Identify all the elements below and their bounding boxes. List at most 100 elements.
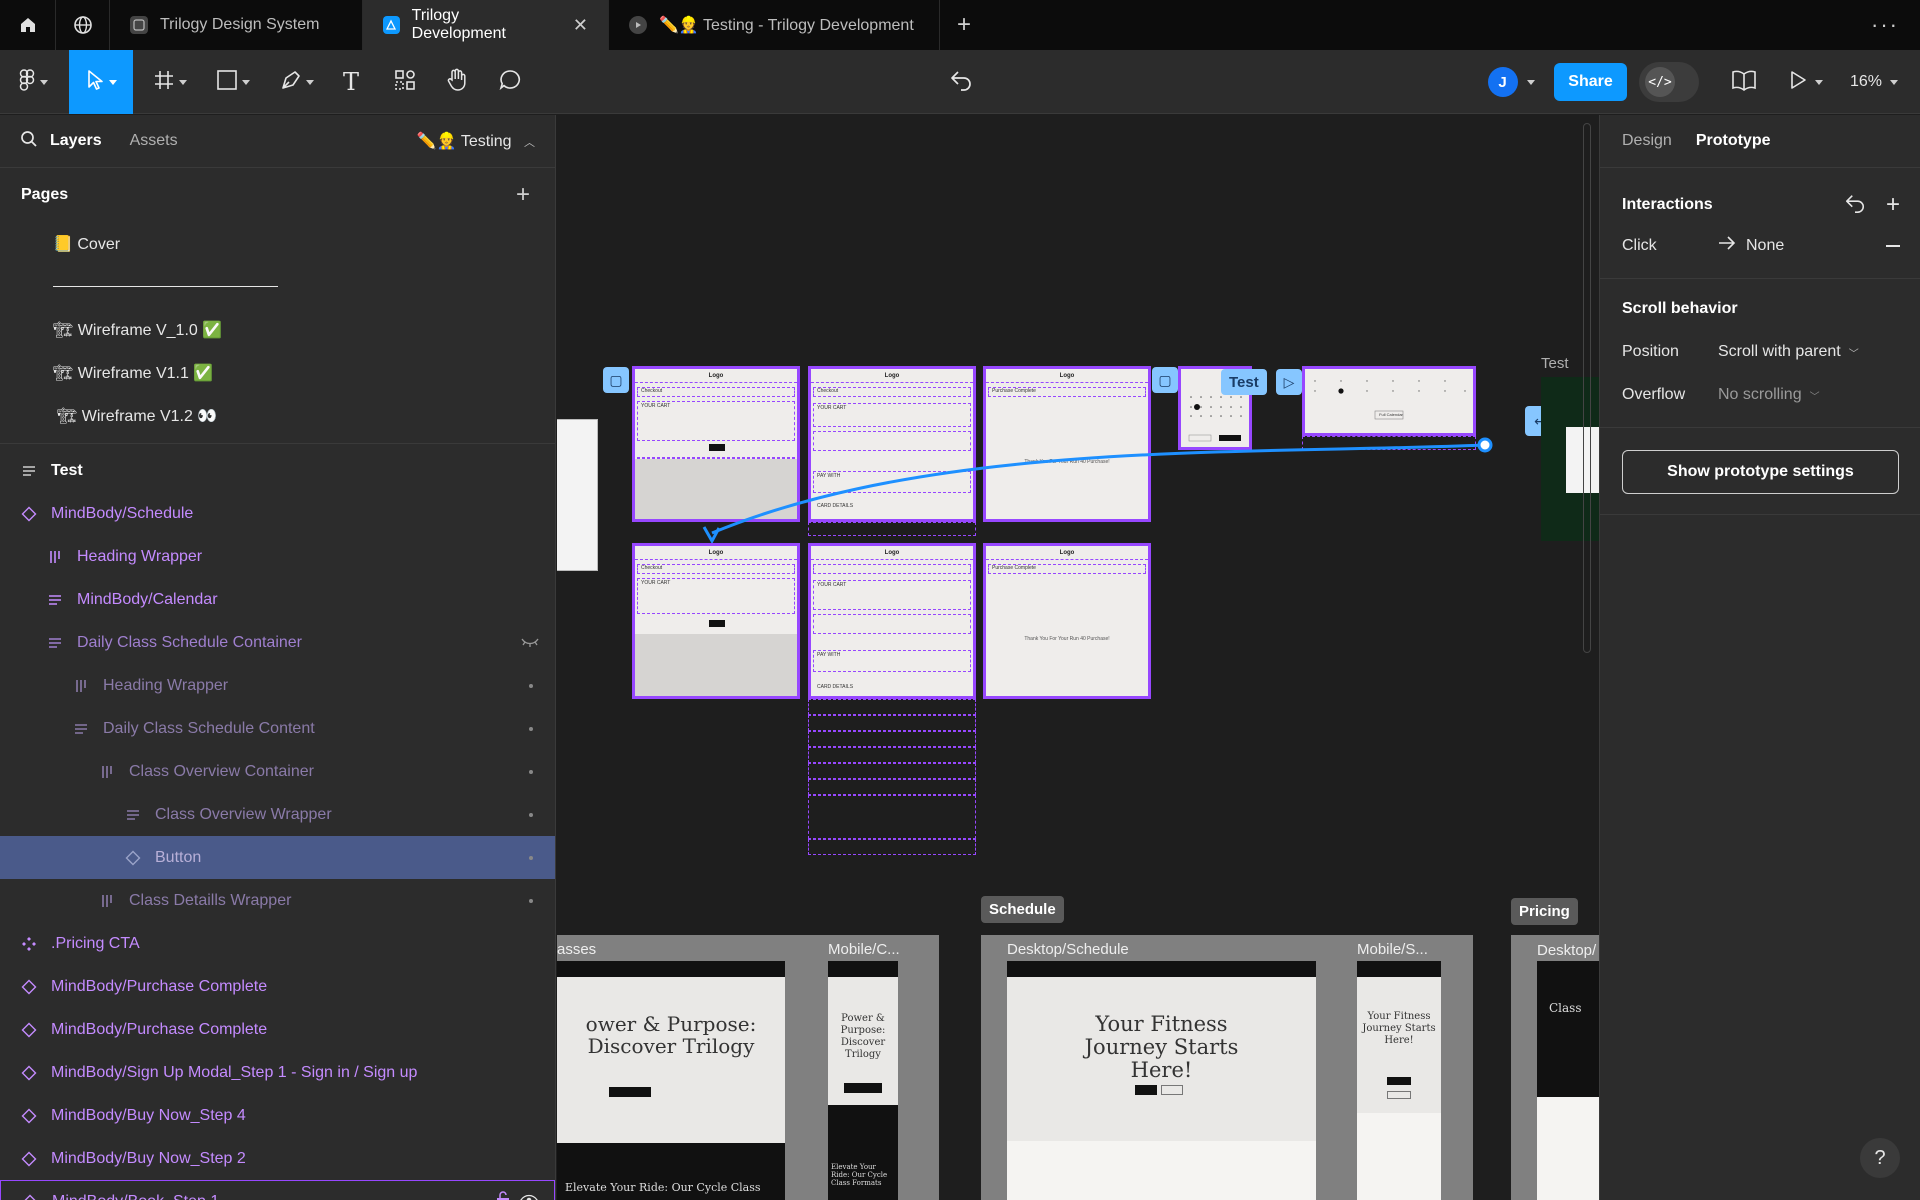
present-button[interactable] (1785, 50, 1827, 114)
main-menu-button[interactable] (10, 50, 56, 114)
overflow-dashed (808, 839, 976, 855)
add-page-plus-icon[interactable]: + (516, 181, 530, 209)
chevron-down-icon (1526, 79, 1535, 85)
desktop-pricing-frame[interactable]: Class (1537, 961, 1599, 1200)
layer-row[interactable]: Class Detaills Wrapper (0, 879, 555, 922)
component-instance-icon (21, 1022, 37, 1038)
annotate-tool-button[interactable] (944, 50, 978, 114)
layer-row[interactable]: MindBody/Buy Now_Step 2 (0, 1137, 555, 1180)
layer-row[interactable]: MindBody/Buy Now_Step 4 (0, 1094, 555, 1137)
page-item[interactable]: 🏗 Wireframe V_1.0 ✅ (0, 308, 555, 351)
dev-mode-toggle[interactable]: </> (1637, 50, 1701, 114)
overflow-dropdown[interactable]: No scrolling ﹀ (1718, 386, 1820, 404)
layer-row[interactable]: Heading Wrapper (0, 535, 555, 578)
layer-row[interactable]: MindBody/Schedule (0, 492, 555, 535)
current-page-selector[interactable]: ✏️👷 Testing ︿ (417, 131, 535, 151)
position-dropdown[interactable]: Scroll with parent ﹀ (1718, 343, 1859, 361)
close-tab-icon[interactable]: ✕ (573, 15, 588, 36)
tab-layers[interactable]: Layers (50, 132, 102, 150)
layer-label: MindBody/Buy Now_Step 2 (51, 1149, 246, 1167)
canvas-scrollbar[interactable] (1583, 123, 1591, 653)
tab-assets[interactable]: Assets (130, 132, 178, 150)
overflow-dashed (808, 747, 976, 763)
zoom-menu[interactable]: 16% (1846, 50, 1902, 114)
hidden-eye-icon[interactable] (521, 634, 539, 652)
frame-label-desktop-pricing: Desktop/ (1537, 942, 1597, 959)
comment-tool-button[interactable] (493, 50, 527, 114)
avatar: J (1487, 67, 1518, 97)
globe-icon[interactable] (56, 0, 110, 50)
section-label-schedule[interactable]: Schedule (981, 896, 1064, 923)
vertical-layout-icon (47, 592, 63, 608)
layer-row[interactable]: MindBody/Calendar (0, 578, 555, 621)
page-item[interactable]: 🏗 Wireframe V1.2 👀 (0, 394, 555, 437)
more-options-icon[interactable]: ··· (1850, 0, 1920, 50)
mobile-schedule-frame[interactable]: Your Fitness Journey Starts Here! (1357, 961, 1441, 1200)
checkout-form-frame-2[interactable]: Logo YOUR CART PAY WITH CARD DETAILS (808, 543, 976, 699)
divider (1600, 278, 1920, 279)
layer-row[interactable]: Test (0, 449, 555, 492)
layer-row[interactable]: MindBody/Book_Step 1 (0, 1180, 555, 1200)
frame-tool-button[interactable] (144, 50, 196, 114)
home-icon[interactable] (0, 0, 56, 50)
new-tab-plus-icon[interactable]: + (940, 0, 988, 50)
layer-row[interactable]: Button (0, 836, 555, 879)
play-icon (1789, 70, 1807, 95)
visibility-eye-icon[interactable] (520, 1193, 538, 1200)
remove-interaction-icon[interactable] (1886, 244, 1900, 247)
show-prototype-settings-button[interactable]: Show prototype settings (1622, 450, 1899, 494)
tab-design[interactable]: Design (1622, 132, 1672, 150)
text-tool-button[interactable]: T (334, 50, 368, 114)
layer-row[interactable]: Heading Wrapper (0, 664, 555, 707)
design-canvas[interactable]: ▢ Logo Checkout YOUR CART Logo Checkout … (557, 115, 1599, 1200)
page-item[interactable]: 🏗 Wireframe V1.1 ✅ (0, 351, 555, 394)
move-tool-button[interactable] (69, 50, 133, 114)
desktop-schedule-frame[interactable]: Your Fitness Journey Starts Here! (1007, 961, 1316, 1200)
share-button-label: Share (1554, 63, 1627, 101)
checkout-step-frame-2[interactable]: Logo Checkout YOUR CART (632, 543, 800, 699)
mobile-classes-frame[interactable]: Power & Purpose: Discover Trilogy Elevat… (828, 961, 898, 1200)
user-avatar-button[interactable]: J (1480, 50, 1542, 114)
pen-tool-button[interactable] (272, 50, 322, 114)
overflow-dashed (808, 763, 976, 779)
layer-row[interactable]: Daily Class Schedule Container (0, 621, 555, 664)
layer-label: MindBody/Calendar (77, 590, 218, 608)
chevron-down-icon (306, 79, 314, 85)
hand-tool-button[interactable] (440, 50, 474, 114)
section-label-pricing[interactable]: Pricing (1511, 898, 1578, 925)
frame-logo-text: Logo (986, 546, 1148, 560)
layer-status-dot (529, 683, 533, 688)
interaction-click-row[interactable]: Click None (1622, 236, 1900, 255)
desktop-classes-frame[interactable]: ower & Purpose: Discover Trilogy Elevate… (557, 961, 785, 1200)
tab-testing-trilogy-development[interactable]: ✏️👷 Testing - Trilogy Development (609, 0, 940, 50)
layer-row[interactable]: MindBody/Purchase Complete (0, 1008, 555, 1051)
share-button[interactable]: Share (1554, 50, 1627, 114)
layer-row[interactable]: Class Overview Container (0, 750, 555, 793)
layer-row[interactable]: MindBody/Sign Up Modal_Step 1 - Sign in … (0, 1051, 555, 1094)
chevron-down-icon (1815, 79, 1823, 85)
frame-hash-icon (153, 69, 175, 96)
horizontal-layout-icon (73, 678, 89, 694)
hero-heading: Your Fitness Journey Starts Here! (1362, 1011, 1436, 1046)
overflow-dashed (808, 699, 976, 715)
tab-trilogy-design-system[interactable]: Trilogy Design System (110, 0, 363, 50)
search-icon[interactable] (20, 130, 38, 153)
annotate-interaction-icon[interactable] (1844, 192, 1866, 219)
checkout-row (813, 564, 971, 574)
layer-row[interactable]: .Pricing CTA (0, 922, 555, 965)
hero-heading: Class (1549, 1001, 1582, 1015)
unlock-icon[interactable] (496, 1191, 510, 1200)
layer-row[interactable]: Daily Class Schedule Content (0, 707, 555, 750)
page-item[interactable]: 📒 Cover (0, 222, 555, 265)
library-button[interactable] (1727, 50, 1761, 114)
purchase-complete-frame-2[interactable]: Logo Purchase Complete Thank You For You… (983, 543, 1151, 699)
add-interaction-plus-icon[interactable]: + (1886, 191, 1900, 219)
tab-trilogy-development[interactable]: Trilogy Development ✕ (363, 0, 609, 50)
shape-tool-button[interactable] (208, 50, 258, 114)
resources-tool-button[interactable] (388, 50, 422, 114)
layer-row[interactable]: MindBody/Purchase Complete (0, 965, 555, 1008)
layer-label: Test (51, 461, 83, 479)
layer-row[interactable]: Class Overview Wrapper (0, 793, 555, 836)
tab-prototype[interactable]: Prototype (1696, 132, 1771, 150)
help-button[interactable]: ? (1860, 1138, 1900, 1178)
